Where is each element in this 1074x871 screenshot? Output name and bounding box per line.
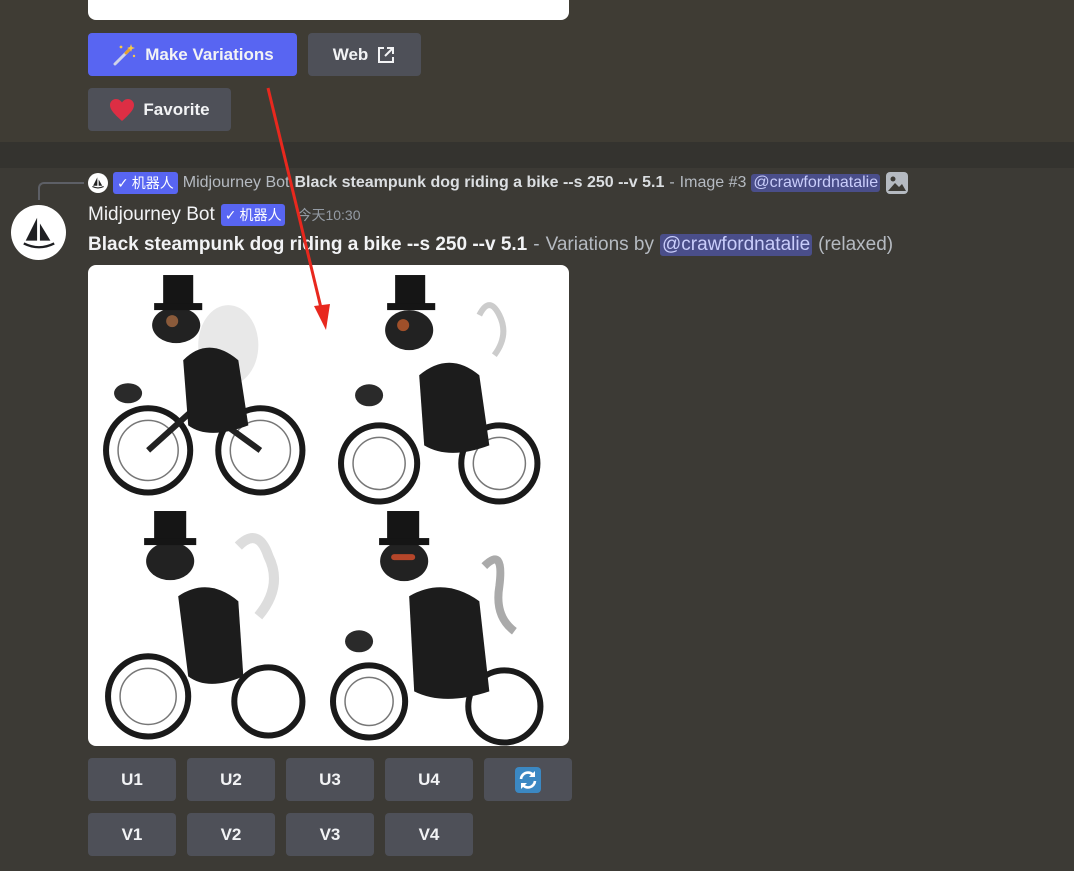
upscale-2-label: U2	[220, 769, 242, 789]
reply-author[interactable]: Midjourney Bot	[183, 174, 290, 192]
message-separator: -	[533, 234, 540, 255]
favorite-label: Favorite	[143, 99, 210, 119]
variation-4-label: V4	[418, 824, 440, 844]
upscale-1-label: U1	[121, 769, 143, 789]
mini-avatar[interactable]	[88, 173, 108, 193]
variations-by-text: Variations by	[545, 234, 655, 255]
reply-separator: -	[669, 174, 675, 191]
generated-image-grid[interactable]	[88, 265, 569, 746]
message-prompt: Black steampunk dog riding a bike --s 25…	[88, 234, 528, 255]
reply-reference[interactable]: ✓ 机器人 Midjourney Bot Black steampunk dog…	[88, 171, 909, 195]
message-header: Midjourney Bot ✓ 机器人 今天10:30	[88, 204, 361, 226]
upscale-4-label: U4	[418, 769, 440, 789]
refresh-icon	[515, 766, 541, 793]
reply-prompt[interactable]: Black steampunk dog riding a bike --s 25…	[294, 174, 664, 192]
check-icon: ✓	[224, 206, 237, 223]
dog-image-4	[329, 506, 570, 747]
bot-badge-label: 机器人	[131, 175, 174, 191]
web-label: Web	[332, 44, 369, 64]
dog-image-1	[88, 265, 329, 506]
upscale-1-button[interactable]: U1	[88, 758, 176, 801]
bot-badge-label: 机器人	[239, 207, 282, 223]
dog-image-2	[329, 265, 570, 506]
timestamp: 今天10:30	[297, 207, 361, 223]
reply-mention[interactable]: @crawfordnatalie	[751, 174, 881, 192]
variation-3-button[interactable]: V3	[286, 813, 374, 856]
upscale-4-button[interactable]: U4	[385, 758, 473, 801]
bot-badge: ✓ 机器人	[220, 204, 286, 226]
variation-3-label: V3	[319, 824, 341, 844]
message-divider	[0, 142, 1074, 168]
external-link-icon	[376, 45, 396, 65]
username[interactable]: Midjourney Bot	[88, 204, 215, 226]
reroll-button[interactable]	[484, 758, 572, 801]
avatar[interactable]	[11, 205, 66, 260]
variation-4-button[interactable]: V4	[385, 813, 473, 856]
bot-badge: ✓ 机器人	[113, 172, 178, 194]
web-button[interactable]: Web	[308, 33, 421, 76]
dog-image-3	[88, 506, 329, 747]
image-icon	[885, 171, 909, 195]
check-icon: ✓	[117, 174, 129, 191]
variation-2-button[interactable]: V2	[187, 813, 275, 856]
upscale-2-button[interactable]: U2	[187, 758, 275, 801]
make-variations-label: Make Variations	[145, 44, 274, 64]
upscale-3-label: U3	[319, 769, 341, 789]
make-variations-button[interactable]: Make Variations	[88, 33, 297, 76]
variation-1-button[interactable]: V1	[88, 813, 176, 856]
variation-2-label: V2	[220, 824, 242, 844]
user-mention[interactable]: @crawfordnatalie	[660, 234, 813, 256]
upscale-3-button[interactable]: U3	[286, 758, 374, 801]
mode-text: (relaxed)	[818, 234, 894, 255]
variation-1-label: V1	[121, 824, 143, 844]
magic-wand-icon	[111, 42, 137, 68]
heart-icon	[109, 98, 135, 122]
reply-image-ref[interactable]: Image #3	[680, 174, 747, 192]
reply-connector	[38, 182, 84, 200]
previous-image[interactable]	[88, 0, 569, 20]
message-content: Black steampunk dog riding a bike --s 25…	[88, 234, 893, 256]
favorite-button[interactable]: Favorite	[88, 88, 231, 131]
